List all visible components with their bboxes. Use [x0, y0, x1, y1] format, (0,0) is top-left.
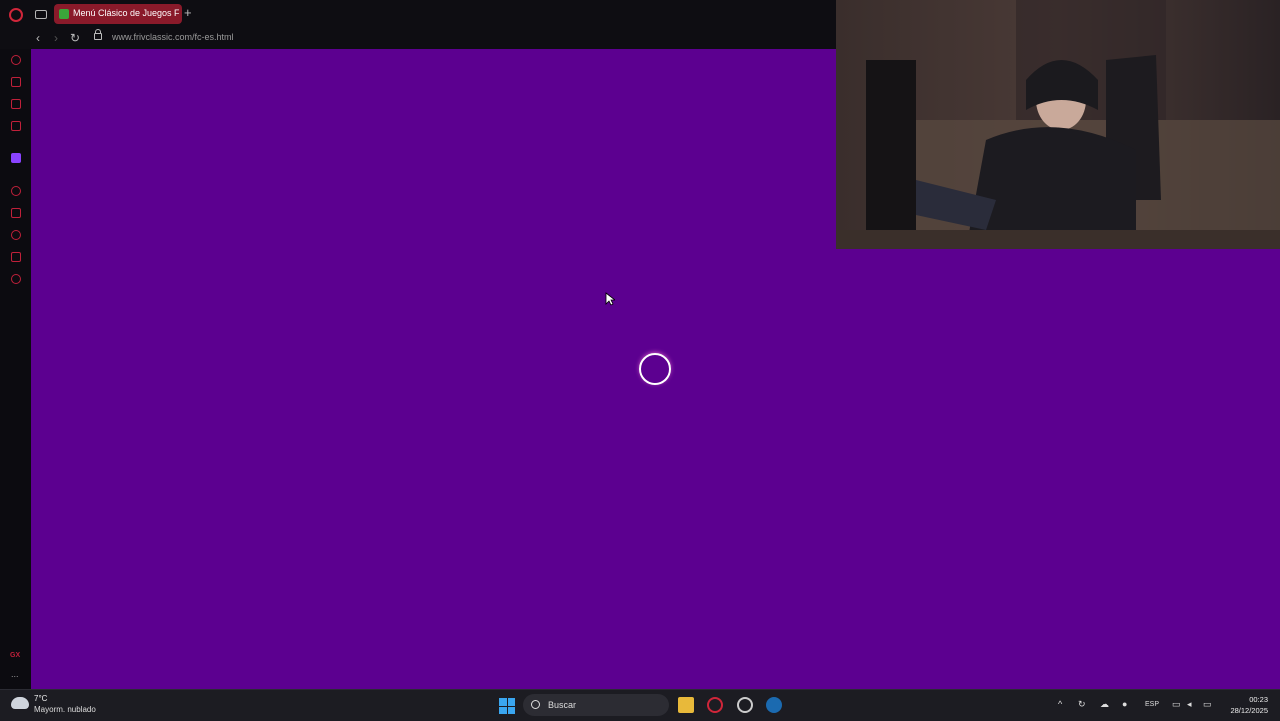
address-bar: ‹ › ↻ www.frivclassic.com/fc-es.html — [0, 27, 836, 49]
weather-temp[interactable]: 7°C — [34, 694, 47, 703]
extensions-icon[interactable] — [11, 252, 21, 262]
more-options-icon[interactable]: ... — [11, 669, 19, 679]
steam-icon[interactable] — [766, 697, 782, 713]
volume-icon[interactable]: ◂ — [1187, 699, 1192, 710]
speed-dial-icon[interactable] — [11, 55, 21, 65]
lock-icon[interactable] — [94, 29, 102, 40]
onedrive-icon[interactable]: ☁ — [1100, 699, 1109, 710]
tab-active[interactable]: Menú Clásico de Juegos F — [54, 4, 182, 24]
webcam-overlay — [836, 0, 1280, 249]
mouse-cursor-icon — [605, 292, 615, 306]
network-icon[interactable]: ▭ — [1172, 699, 1181, 710]
whatsapp-icon[interactable] — [11, 121, 21, 131]
opera-gx-icon[interactable] — [707, 697, 723, 713]
loading-spinner-icon — [639, 353, 671, 385]
tab-favicon-icon — [59, 9, 69, 19]
settings-icon[interactable] — [11, 274, 21, 284]
aria-icon[interactable] — [11, 77, 21, 87]
pinboard-icon[interactable] — [11, 208, 21, 218]
tab-overview-icon[interactable] — [35, 10, 47, 19]
search-box[interactable]: Buscar — [523, 694, 669, 716]
reload-button[interactable]: ↻ — [70, 32, 80, 44]
gx-label[interactable]: GX — [10, 652, 20, 659]
messenger-icon[interactable] — [11, 99, 21, 109]
microphone-icon[interactable]: ● — [1122, 699, 1127, 709]
sync-icon[interactable]: ↻ — [1078, 699, 1086, 710]
clock-time: 00:23 — [1249, 695, 1268, 704]
player-icon[interactable] — [11, 186, 21, 196]
history-icon[interactable] — [11, 230, 21, 240]
clock[interactable]: 00:23 28/12/2025 — [1226, 694, 1268, 716]
search-placeholder: Buscar — [548, 700, 577, 710]
ea-app-icon[interactable] — [737, 697, 753, 713]
twitch-icon[interactable] — [11, 153, 21, 163]
webcam-image — [836, 0, 1280, 249]
weather-condition[interactable]: Mayorm. nublado — [34, 705, 96, 714]
file-explorer-icon[interactable] — [678, 697, 694, 713]
chevron-up-icon[interactable]: ^ — [1058, 699, 1062, 709]
new-tab-button[interactable]: + — [184, 6, 192, 20]
search-icon — [531, 700, 540, 709]
taskbar: 7°C Mayorm. nublado Buscar ^ ↻ ☁ ● ESP ▭… — [0, 689, 1280, 721]
browser-sidebar: GX ... — [0, 49, 31, 689]
language-indicator[interactable]: ESP — [1145, 701, 1159, 708]
clock-date: 28/12/2025 — [1230, 706, 1268, 715]
windows-start-icon[interactable] — [499, 698, 515, 714]
forward-button[interactable]: › — [54, 32, 58, 44]
cloud-weather-icon[interactable] — [11, 697, 29, 709]
opera-logo-icon[interactable] — [9, 8, 23, 22]
url-field[interactable]: www.frivclassic.com/fc-es.html — [112, 32, 234, 42]
battery-icon[interactable]: ▭ — [1203, 699, 1212, 710]
back-button[interactable]: ‹ — [36, 32, 40, 44]
tab-title: Menú Clásico de Juegos F — [73, 8, 179, 18]
